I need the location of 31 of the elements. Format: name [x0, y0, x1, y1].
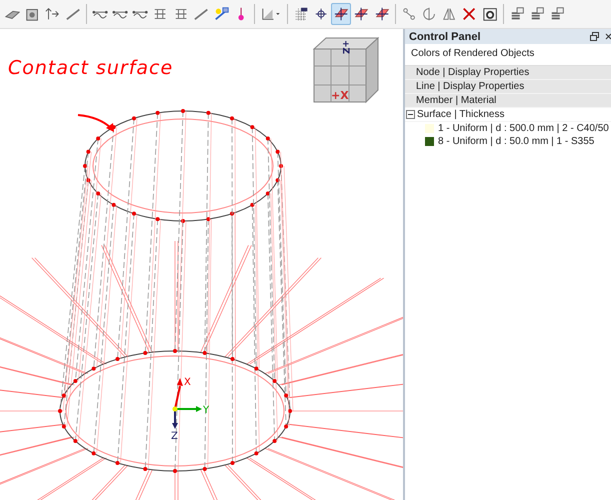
- mirror-icon: [441, 6, 458, 22]
- coordinate-axes-icon: [172, 378, 202, 429]
- plane-icon: [374, 6, 390, 22]
- tree-group-label[interactable]: Surface | Thickness: [417, 109, 504, 120]
- cube-front-label: +X: [331, 89, 349, 102]
- plane-icon: [333, 6, 350, 22]
- crosshair-icon: [313, 6, 330, 22]
- view-cube[interactable]: [312, 36, 380, 104]
- y-axis-label: Y: [203, 405, 210, 416]
- x-axis-label: X: [184, 377, 191, 388]
- tree-item-label[interactable]: 8 - Uniform | d : 50.0 mm | 1 - S355: [438, 136, 594, 147]
- link-icon: [400, 6, 417, 22]
- annotation-text: Contact surface: [8, 57, 174, 79]
- arrows-icon: [44, 6, 61, 22]
- annotation-arrow: [78, 114, 114, 132]
- collapse-icon[interactable]: [406, 110, 415, 119]
- restore-icon[interactable]: [590, 32, 599, 41]
- layers-icon: [549, 6, 566, 22]
- cross-icon: [461, 6, 478, 22]
- toolbar-button[interactable]: [331, 3, 352, 25]
- grid-lines-icon: [152, 6, 168, 22]
- line-icon: [192, 6, 209, 22]
- panel-title: Control Panel: [409, 30, 482, 42]
- cube-top-label: +Z: [340, 40, 350, 54]
- z-axis-label: Z: [171, 431, 178, 442]
- close-icon[interactable]: [605, 32, 611, 41]
- tree-item-label[interactable]: 1 - Uniform | d : 500.0 mm | 2 - C40/50: [438, 123, 609, 134]
- rotate-icon: [420, 6, 438, 22]
- plane-icon: [353, 6, 370, 22]
- view-icon: [260, 6, 282, 22]
- line-icon: [64, 6, 81, 22]
